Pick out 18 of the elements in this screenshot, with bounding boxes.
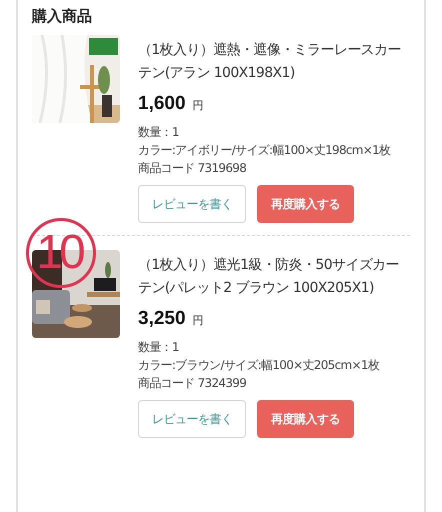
circled-number: 10 bbox=[26, 218, 96, 288]
review-button[interactable]: レビューを書く bbox=[138, 400, 246, 438]
product-detail: カラー:アイボリー/サイズ:幅100×丈198cm×1枚 bbox=[138, 142, 392, 159]
price: 1,600 bbox=[138, 93, 186, 115]
rebuy-button[interactable]: 再度購入する bbox=[257, 185, 354, 223]
review-button[interactable]: レビューを書く bbox=[138, 185, 246, 223]
product-detail: カラー:ブラウン/サイズ:幅100×丈205cm×1枚 bbox=[138, 357, 380, 374]
product-title: （1枚入り）遮光1級・防炎・50サイズカーテン(パレット2 ブラウン 100X205X1) bbox=[138, 256, 400, 298]
product-detail: 数量：1 bbox=[138, 339, 180, 356]
currency: 円 bbox=[192, 98, 204, 113]
currency: 円 bbox=[192, 313, 204, 328]
rebuy-button[interactable]: 再度購入する bbox=[257, 400, 354, 438]
product-detail: 数量：1 bbox=[138, 124, 180, 141]
product-detail: 商品コード 7319698 bbox=[138, 160, 248, 177]
price: 3,250 bbox=[138, 308, 186, 330]
product-title: （1枚入り）遮熱・遮像・ミラーレースカーテン(アラン 100X198X1) bbox=[138, 41, 402, 83]
product-detail: 商品コード 7324399 bbox=[138, 375, 248, 392]
section-title: 購入商品 bbox=[32, 6, 93, 26]
